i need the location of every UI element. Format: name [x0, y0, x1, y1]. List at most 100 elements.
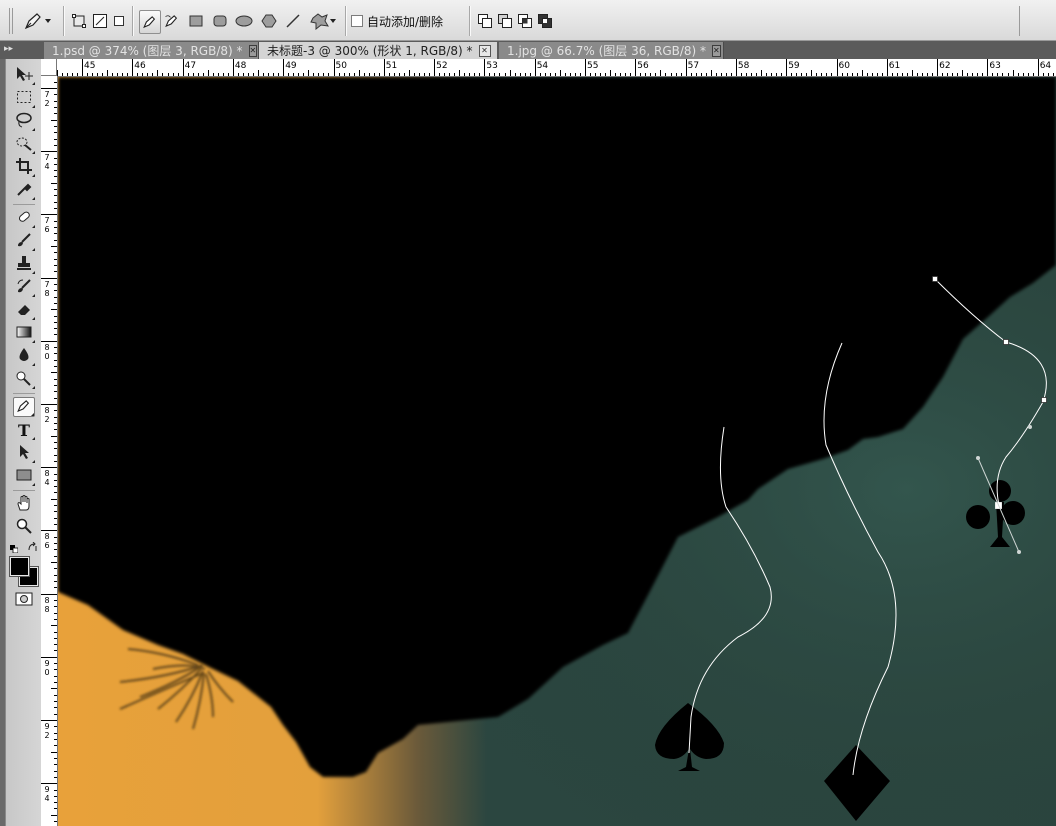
spot-healing-icon [16, 209, 32, 228]
auto-add-delete-label: 自动添加/删除 [367, 14, 444, 29]
ruler-label: 54 [536, 61, 549, 71]
path-selection-icon [17, 444, 31, 463]
eraser-tool[interactable] [13, 300, 35, 320]
polygon-icon [261, 14, 277, 28]
rounded-rectangle-tool-button[interactable] [211, 10, 229, 32]
hand-tool[interactable] [13, 494, 35, 514]
zoom-tool[interactable] [13, 517, 35, 537]
line-tool-button[interactable] [284, 10, 302, 32]
shape-layers-button[interactable] [70, 10, 88, 32]
brush-tool[interactable] [13, 231, 35, 251]
marquee-icon [16, 89, 32, 108]
close-icon[interactable]: ✕ [248, 44, 258, 57]
checkbox-box[interactable] [351, 15, 363, 27]
tab-label: 1.jpg @ 66.7% (图层 36, RGB/8) * [507, 43, 707, 58]
pen-icon [23, 11, 45, 31]
lasso-tool[interactable] [13, 111, 35, 131]
default-colors-icon[interactable] [10, 542, 19, 554]
path-selection-tool[interactable] [13, 443, 35, 463]
rectangle-tool-button[interactable] [187, 10, 205, 32]
dodge-tool[interactable] [13, 369, 35, 389]
pen-tool-button[interactable] [139, 10, 161, 34]
ruler-label: 47 [184, 61, 197, 71]
foreground-color-swatch[interactable] [9, 556, 30, 577]
fill-pixels-button[interactable] [112, 10, 126, 32]
tab-document-3[interactable]: 1.jpg @ 66.7% (图层 36, RGB/8) * ✕ [499, 42, 724, 59]
blur-tool[interactable] [13, 346, 35, 366]
ruler-label: 90 [44, 658, 50, 677]
ruler-label: 62 [939, 61, 951, 71]
zoom-icon [16, 518, 32, 537]
exclude-overlap-button[interactable] [536, 10, 554, 32]
rectangle-shape-icon [16, 468, 32, 485]
quick-selection-tool[interactable] [13, 134, 35, 154]
ruler-label: 58 [737, 61, 750, 71]
subtract-from-path-button[interactable] [496, 10, 514, 32]
swap-colors-icon[interactable] [28, 541, 38, 551]
type-tool[interactable]: T [13, 420, 35, 440]
eyedropper-icon [16, 181, 32, 200]
tab-label: 1.psd @ 374% (图层 3, RGB/8) * [52, 43, 243, 58]
ruler-label: 50 [335, 61, 347, 71]
marquee-tool[interactable] [13, 88, 35, 108]
crop-tool[interactable] [13, 157, 35, 177]
polygon-tool-button[interactable] [259, 10, 279, 32]
ruler-label: 86 [44, 532, 50, 551]
options-bar: 自动添加/删除 [0, 0, 1056, 41]
ruler-label: 64 [1039, 61, 1052, 71]
intersect-path-icon [517, 13, 533, 29]
ruler-label: 63 [989, 61, 1001, 71]
history-brush-tool[interactable] [13, 277, 35, 297]
ruler-label: 49 [285, 61, 297, 71]
pen-tool[interactable] [13, 397, 35, 417]
spot-healing-tool[interactable] [13, 208, 35, 228]
rectangle-shape-tool[interactable] [13, 466, 35, 486]
custom-shape-tool-button[interactable] [306, 10, 342, 32]
pen-icon [16, 398, 32, 417]
shape-layers-icon [71, 13, 87, 29]
collapse-panels-icon[interactable]: ▸▸ [4, 43, 18, 55]
ruler-label: 56 [637, 61, 649, 71]
lasso-icon [15, 112, 33, 131]
quick-mask-button[interactable] [13, 590, 35, 610]
tab-document-1[interactable]: 1.psd @ 374% (图层 3, RGB/8) * ✕ [44, 42, 259, 59]
intersect-path-button[interactable] [516, 10, 534, 32]
freeform-pen-button[interactable] [162, 10, 182, 32]
eraser-icon [16, 301, 32, 320]
ruler-label: 94 [44, 785, 50, 804]
chevron-down-icon [45, 18, 53, 24]
gradient-tool[interactable] [13, 323, 35, 343]
ruler-label: 74 [44, 153, 50, 172]
vertical-ruler[interactable]: 72 74 76 78 80 82 84 86 88 90 92 94 [41, 76, 58, 826]
paths-icon [92, 13, 108, 29]
ruler-label: 80 [44, 342, 50, 361]
subtract-from-path-icon [497, 13, 513, 29]
close-icon[interactable]: ✕ [712, 44, 721, 57]
ruler-label: 61 [888, 61, 901, 71]
tool-preset-picker[interactable] [20, 10, 56, 32]
ruler-label: 82 [44, 406, 50, 424]
panel-grip[interactable] [6, 8, 16, 34]
clone-stamp-icon [16, 255, 32, 274]
document-canvas[interactable] [58, 77, 1056, 826]
separator [63, 6, 65, 36]
history-brush-icon [16, 278, 32, 297]
ruler-origin[interactable] [41, 59, 57, 76]
move-tool[interactable] [13, 65, 35, 85]
ruler-label: 48 [234, 61, 247, 71]
blur-icon [17, 347, 31, 366]
ellipse-tool-button[interactable] [234, 10, 254, 32]
tab-document-2[interactable]: 未标题-3 @ 300% (形状 1, RGB/8) * ✕ [259, 42, 497, 59]
paths-button[interactable] [91, 10, 109, 32]
options-bar-right-panel [1019, 6, 1056, 36]
custom-shape-icon [310, 12, 330, 30]
horizontal-ruler[interactable]: 45 46 47 48 49 50 51 52 53 54 55 56 57 58 59 60 61 62 63 64 [57, 59, 1056, 77]
auto-add-delete-checkbox[interactable]: 自动添加/删除 [351, 13, 443, 29]
eyedropper-tool[interactable] [13, 180, 35, 200]
add-to-path-button[interactable] [476, 10, 494, 32]
clone-stamp-tool[interactable] [13, 254, 35, 274]
ruler-label: 46 [134, 61, 146, 71]
close-icon[interactable]: ✕ [478, 44, 491, 57]
separator [132, 6, 134, 36]
quick-selection-icon [15, 135, 33, 154]
